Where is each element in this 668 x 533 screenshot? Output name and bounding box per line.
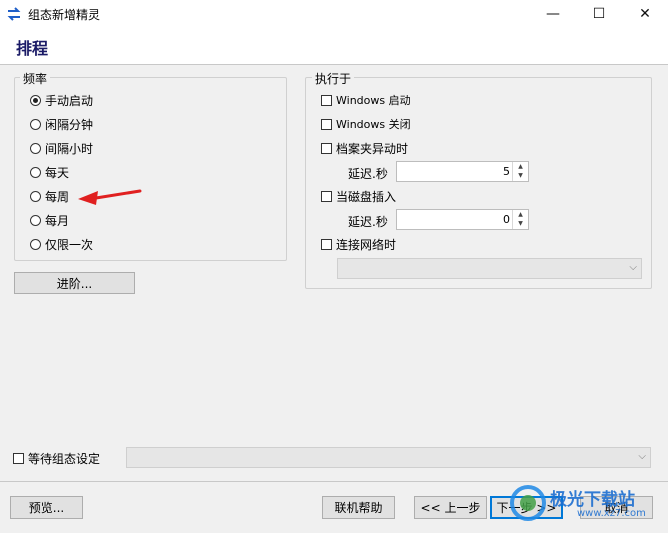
radio-idle-minutes[interactable]: 闲隔分钟 [30, 114, 230, 134]
checkbox-label: 等待组态设定 [28, 451, 101, 466]
checkbox-label: Windows 启动 [336, 94, 411, 107]
online-help-button[interactable]: 联机帮助 [322, 496, 395, 519]
prev-button[interactable]: << 上一步 [414, 496, 487, 519]
frequency-group-label: 频率 [20, 70, 51, 87]
radio-daily[interactable]: 每天 [30, 162, 230, 182]
advanced-button[interactable]: 进阶... [14, 272, 135, 294]
checkbox[interactable] [321, 142, 332, 154]
checkbox-windows-start[interactable]: Windows 启动 [321, 90, 411, 110]
chevron-down-icon: ⌵ [638, 451, 646, 462]
checkbox-label: 当磁盘插入 [336, 189, 397, 204]
checkbox[interactable] [321, 238, 332, 250]
delay-stepper-disk[interactable]: 0 ▲ ▼ [396, 209, 529, 230]
radio-label: 每天 [45, 165, 70, 180]
execute-on-group-label: 执行于 [312, 70, 355, 87]
checkbox[interactable] [321, 190, 332, 202]
close-button[interactable]: ✕ [622, 0, 668, 28]
radio-manual[interactable]: 手动启动 [30, 90, 230, 110]
window-title: 组态新增精灵 [28, 8, 101, 22]
annotation-arrow-icon [78, 189, 142, 205]
spin-arrows-icon[interactable]: ▲ ▼ [512, 210, 528, 229]
network-select[interactable]: ⌵ [337, 258, 642, 279]
watermark-logo-icon [510, 485, 546, 521]
radio-monthly[interactable]: 每月 [30, 210, 230, 230]
frequency-options: 手动启动 闲隔分钟 间隔小时 每天 每周 每月 仅限一次 [30, 90, 230, 254]
watermark-brand: 极光下载站 [550, 490, 635, 510]
minimize-button[interactable]: — [530, 0, 576, 28]
delay-label-disk: 延迟.秒 [348, 215, 388, 229]
footer-divider [0, 481, 668, 482]
checkbox[interactable] [321, 94, 332, 106]
radio-button[interactable] [30, 238, 41, 250]
checkbox-wait-config[interactable]: 等待组态设定 [13, 448, 100, 468]
checkbox-folder-change[interactable]: 档案夹异动时 [321, 138, 408, 158]
radio-label: 间隔小时 [45, 141, 94, 156]
radio-button[interactable] [30, 166, 41, 178]
spin-arrows-icon[interactable]: ▲ ▼ [512, 162, 528, 181]
chevron-down-icon: ⌵ [629, 262, 637, 273]
delay-label-folder: 延迟.秒 [348, 167, 388, 181]
watermark-url: www.xz7.com [577, 508, 646, 519]
checkbox-label: 连接网络时 [336, 237, 397, 252]
app-swap-icon [7, 7, 21, 21]
radio-button[interactable] [30, 214, 41, 226]
checkbox-disk-insert[interactable]: 当磁盘插入 [321, 186, 396, 206]
radio-label: 仅限一次 [45, 237, 94, 252]
checkbox[interactable] [13, 452, 24, 464]
checkbox-label: 档案夹异动时 [336, 141, 409, 156]
preview-button[interactable]: 预览... [10, 496, 83, 519]
delay-stepper-folder[interactable]: 5 ▲ ▼ [396, 161, 529, 182]
wizard-header [0, 28, 668, 65]
radio-label: 手动启动 [45, 93, 94, 108]
delay-value: 0 [503, 213, 510, 226]
radio-label: 闲隔分钟 [45, 117, 94, 132]
radio-button[interactable] [30, 118, 41, 130]
wait-config-select[interactable]: ⌵ [126, 447, 651, 468]
maximize-button[interactable]: ☐ [576, 0, 622, 28]
radio-interval-hours[interactable]: 间隔小时 [30, 138, 230, 158]
radio-once[interactable]: 仅限一次 [30, 234, 230, 254]
page-title: 排程 [16, 39, 49, 58]
radio-button-selected[interactable] [30, 94, 41, 106]
checkbox-label: Windows 关闭 [336, 118, 411, 131]
radio-button[interactable] [30, 142, 41, 154]
radio-button[interactable] [30, 190, 41, 202]
checkbox[interactable] [321, 118, 332, 130]
radio-label: 每月 [45, 213, 70, 228]
checkbox-network-connect[interactable]: 连接网络时 [321, 234, 396, 254]
delay-value: 5 [503, 165, 510, 178]
radio-label: 每周 [45, 189, 70, 204]
checkbox-windows-close[interactable]: Windows 关闭 [321, 114, 411, 134]
